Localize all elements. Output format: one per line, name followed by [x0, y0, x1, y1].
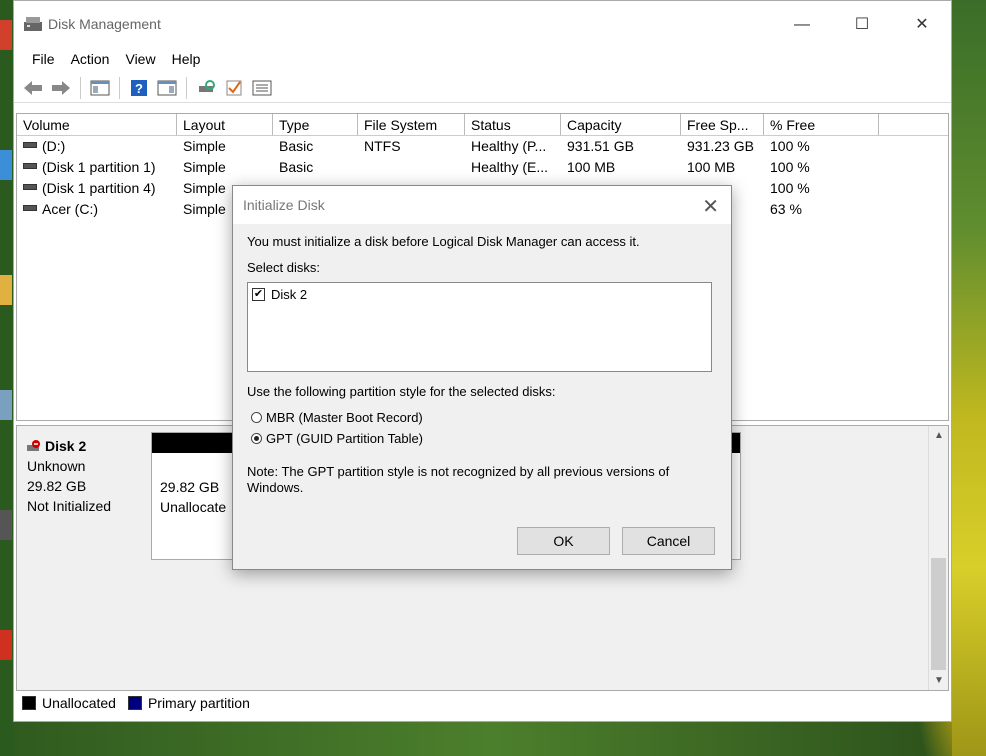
- column-volume[interactable]: Volume: [17, 114, 177, 135]
- drive-icon: [23, 184, 37, 191]
- gpt-option[interactable]: GPT (GUID Partition Table): [251, 431, 717, 446]
- console-tree-icon[interactable]: [87, 77, 113, 99]
- disk-name: Disk 2: [45, 438, 87, 454]
- primary-partition-swatch: [127, 696, 142, 710]
- column-capacity[interactable]: Capacity: [561, 114, 681, 135]
- back-icon[interactable]: [20, 77, 46, 99]
- mbr-radio[interactable]: [251, 412, 262, 423]
- column-percent-free[interactable]: % Free: [764, 114, 879, 135]
- gpt-note: Note: The GPT partition style is not rec…: [247, 464, 670, 495]
- column-type[interactable]: Type: [273, 114, 358, 135]
- desktop-app-icon[interactable]: [0, 150, 12, 180]
- disk-error-icon: [27, 440, 40, 451]
- check-icon[interactable]: [221, 77, 247, 99]
- table-row[interactable]: (Disk 1 partition 1) Simple Basic Health…: [17, 157, 948, 178]
- menu-action[interactable]: Action: [63, 49, 118, 71]
- partition-style-label: Use the following partition style for th…: [247, 384, 556, 399]
- desktop-app-icon[interactable]: [0, 510, 12, 540]
- menu-file[interactable]: File: [24, 49, 63, 71]
- toolbar-separator: [119, 76, 120, 99]
- initialize-disk-dialog: Initialize Disk ✕ You must initialize a …: [232, 185, 732, 570]
- scroll-up-icon[interactable]: ▲: [929, 430, 949, 441]
- disk-size: 29.82 GB: [27, 478, 87, 494]
- desktop-icons-strip: [0, 0, 14, 756]
- toolbar-separator: [80, 76, 81, 99]
- disk-2-checkbox[interactable]: ✔: [252, 288, 265, 301]
- disk-2-label: Disk 2: [271, 287, 308, 302]
- disk-info[interactable]: Disk 2 Unknown 29.82 GB Not Initialized: [17, 430, 147, 560]
- close-button[interactable]: ✕: [899, 13, 945, 37]
- dialog-intro: You must initialize a disk before Logica…: [247, 234, 640, 249]
- menu-view[interactable]: View: [117, 49, 163, 71]
- menu-help[interactable]: Help: [164, 49, 209, 71]
- properties-icon[interactable]: [154, 77, 180, 99]
- forward-icon[interactable]: [48, 77, 74, 99]
- desktop-wallpaper-edge: [952, 0, 986, 756]
- disk-2-option[interactable]: ✔ Disk 2: [252, 287, 707, 302]
- legend-unallocated: Unallocated: [42, 695, 116, 711]
- ok-button[interactable]: OK: [517, 527, 610, 555]
- rescan-icon[interactable]: [193, 77, 219, 99]
- dialog-close-icon[interactable]: ✕: [702, 194, 719, 219]
- gpt-radio[interactable]: [251, 433, 262, 444]
- folder-icon[interactable]: [0, 275, 12, 305]
- desktop-app-icon[interactable]: [0, 20, 12, 50]
- scroll-down-icon[interactable]: ▼: [929, 675, 949, 686]
- svg-text:?: ?: [135, 81, 143, 96]
- mbr-label: MBR (Master Boot Record): [266, 410, 423, 425]
- toolbar-separator: [186, 76, 187, 99]
- cancel-button[interactable]: Cancel: [622, 527, 715, 555]
- legend-primary: Primary partition: [147, 695, 250, 711]
- maximize-button[interactable]: ☐: [839, 13, 885, 37]
- drive-icon: [23, 163, 37, 170]
- list-icon[interactable]: [249, 77, 275, 99]
- column-layout[interactable]: Layout: [177, 114, 273, 135]
- desktop-app-icon[interactable]: [0, 630, 12, 660]
- desktop-app-icon[interactable]: [0, 390, 12, 420]
- minimize-button[interactable]: —: [779, 13, 825, 37]
- select-disks-label: Select disks:: [247, 260, 320, 275]
- legend: Unallocated Primary partition: [22, 695, 250, 711]
- drive-icon: [23, 205, 37, 212]
- help-icon[interactable]: ?: [126, 77, 152, 99]
- dialog-title: Initialize Disk: [243, 197, 325, 213]
- drive-icon: [23, 142, 37, 149]
- menu-bar: File Action View Help: [14, 49, 951, 71]
- unallocated-swatch: [22, 696, 36, 710]
- disk-management-icon: [24, 17, 42, 31]
- disk-state: Not Initialized: [27, 498, 112, 514]
- gpt-label: GPT (GUID Partition Table): [266, 431, 424, 446]
- window-title: Disk Management: [48, 16, 161, 32]
- toolbar: ?: [14, 73, 951, 103]
- mbr-option[interactable]: MBR (Master Boot Record): [251, 410, 717, 425]
- column-free-space[interactable]: Free Sp...: [681, 114, 764, 135]
- volume-list-header: Volume Layout Type File System Status Ca…: [17, 114, 948, 136]
- column-status[interactable]: Status: [465, 114, 561, 135]
- scroll-thumb[interactable]: [931, 558, 946, 670]
- title-bar: Disk Management — ☐ ✕: [14, 1, 951, 49]
- dialog-title-bar: Initialize Disk ✕: [233, 186, 731, 224]
- disk-select-list[interactable]: ✔ Disk 2: [247, 282, 712, 372]
- column-file-system[interactable]: File System: [358, 114, 465, 135]
- vertical-scrollbar[interactable]: ▲ ▼: [928, 426, 948, 690]
- disk-kind: Unknown: [27, 458, 86, 474]
- table-row[interactable]: (D:) Simple Basic NTFS Healthy (P... 931…: [17, 136, 948, 157]
